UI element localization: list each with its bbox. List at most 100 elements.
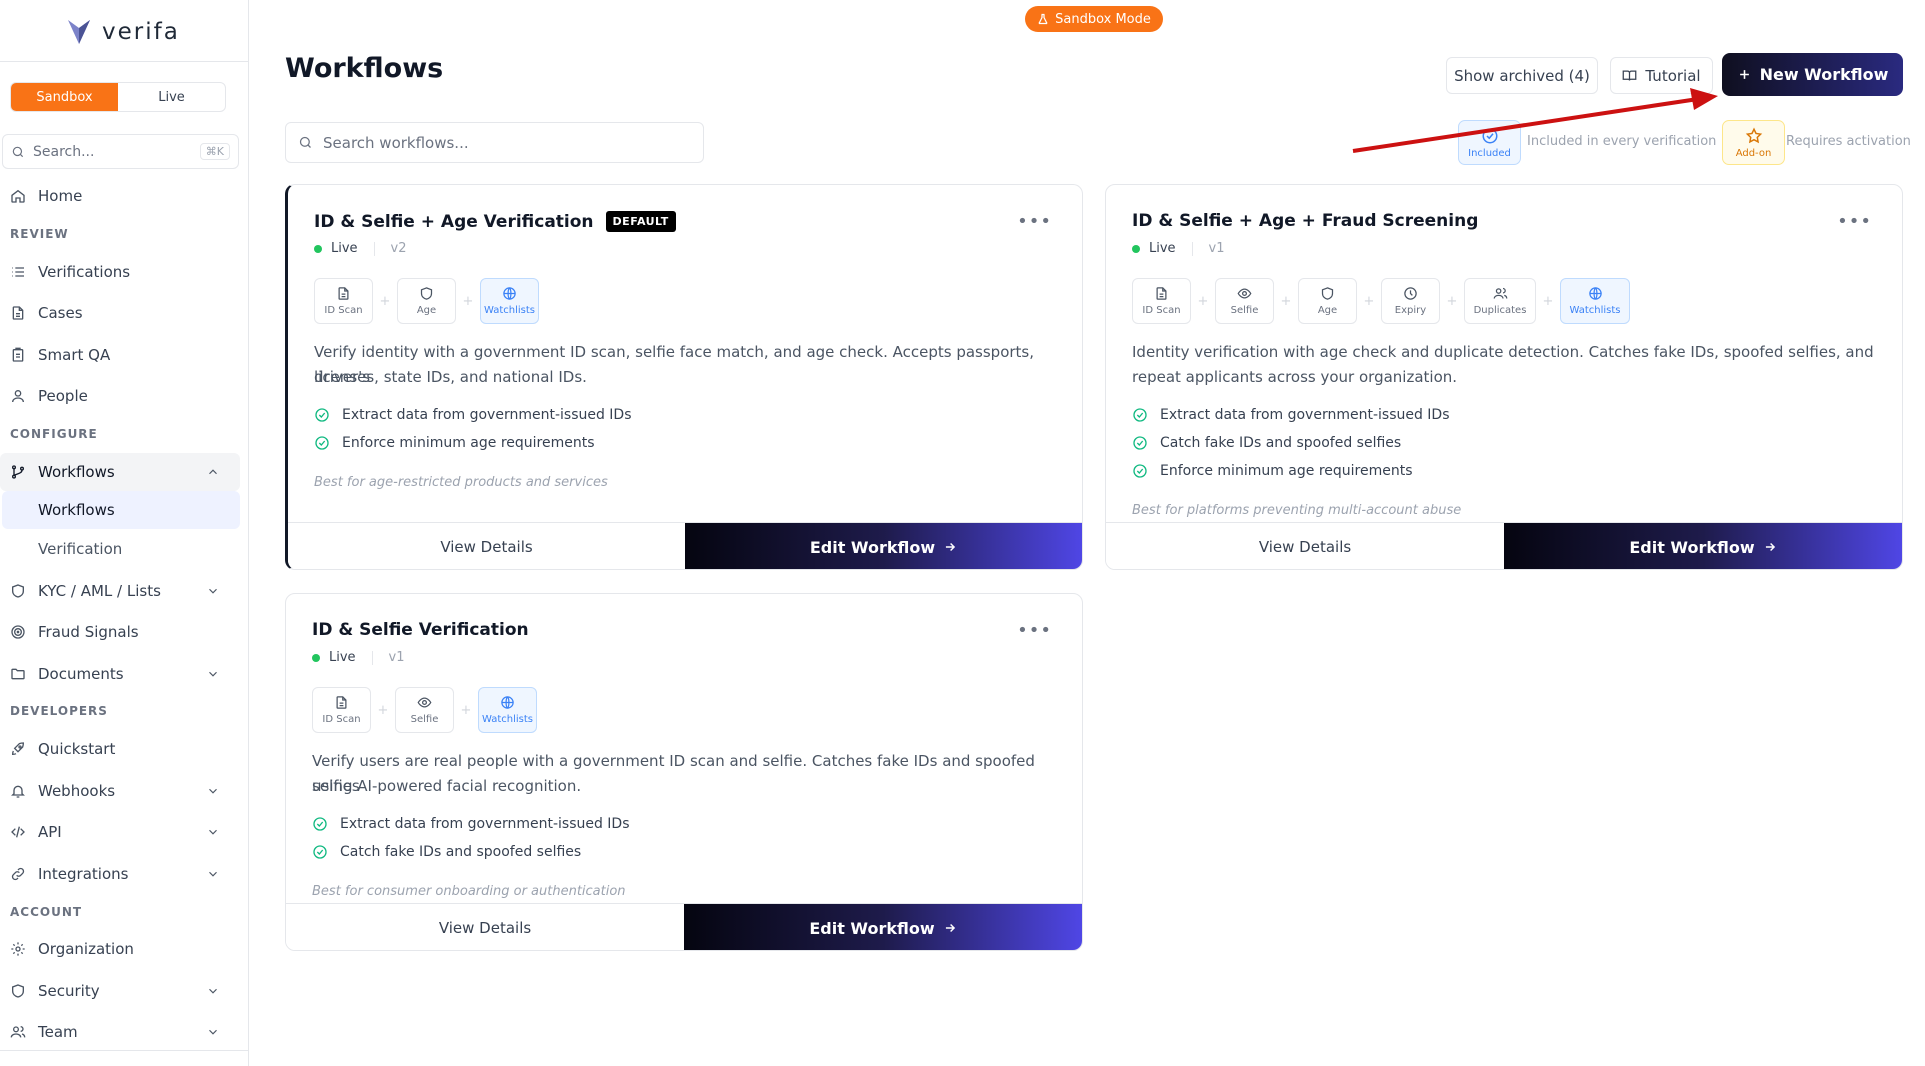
view-details-button[interactable]: View Details xyxy=(286,904,684,950)
workflow-description: using AI-powered facial recognition. xyxy=(312,777,582,795)
more-options-icon[interactable]: ••• xyxy=(1017,211,1052,232)
globe-icon xyxy=(503,287,516,300)
more-options-icon[interactable]: ••• xyxy=(1017,620,1052,641)
edit-workflow-button[interactable]: Edit Workflow xyxy=(685,523,1082,569)
globe-icon xyxy=(1588,287,1602,300)
check-chip-selfie: Selfie xyxy=(1215,278,1274,324)
live-dot-icon xyxy=(314,244,322,253)
check-chip-label: ID Scan xyxy=(1142,305,1181,316)
arrow-right-icon xyxy=(946,542,956,552)
check-chip-label: Watchlists xyxy=(1569,305,1621,316)
workflow-description: Identity verification with age check and… xyxy=(1132,343,1874,361)
workflow-card[interactable]: ID & Selfie + Age Verification DEFAULT •… xyxy=(285,184,1083,570)
workflow-title: ID & Selfie + Age + Fraud Screening xyxy=(1132,211,1479,231)
best-for-text: Best for age-restricted products and ser… xyxy=(314,475,608,490)
check-chip-label: Duplicates xyxy=(1473,305,1527,316)
check-chip-duplicates: Duplicates xyxy=(1464,278,1536,324)
workflow-card[interactable]: ID & Selfie + Age + Fraud Screening ••• … xyxy=(1105,184,1903,570)
plus-separator: + xyxy=(379,293,391,309)
check-circle-icon xyxy=(1133,408,1147,422)
clock-icon xyxy=(1404,287,1417,300)
arrow-right-icon xyxy=(1765,542,1775,552)
plus-separator: + xyxy=(1542,293,1554,309)
workflow-card-title-row: ID & Selfie + Age + Fraud Screening xyxy=(1132,211,1478,231)
check-chip-id-scan: ID Scan xyxy=(1132,278,1191,324)
status-label: Live xyxy=(331,241,358,256)
check-chip-label: Selfie xyxy=(410,714,439,725)
best-for-text: Best for consumer onboarding or authenti… xyxy=(312,884,626,899)
check-circle-icon xyxy=(1133,464,1147,478)
feature-item: Extract data from government-issued IDs xyxy=(314,407,632,423)
workflow-title: ID & Selfie Verification xyxy=(312,620,529,640)
workflow-title: ID & Selfie + Age Verification xyxy=(314,211,594,232)
feature-item: Enforce minimum age requirements xyxy=(1132,463,1413,479)
check-chip-label: Age xyxy=(416,305,437,316)
shield-icon xyxy=(420,287,433,300)
more-options-icon[interactable]: ••• xyxy=(1837,211,1872,232)
check-chips: ID Scan + Selfie + Age + Expiry + Duplic… xyxy=(1132,278,1630,324)
check-chip-label: Selfie xyxy=(1230,305,1259,316)
check-chips: ID Scan + Selfie + Watchlists xyxy=(312,687,537,733)
check-chip-label: Watchlists xyxy=(481,714,534,725)
card-footer: View Details Edit Workflow xyxy=(1106,522,1902,569)
check-circle-icon xyxy=(315,408,329,422)
document-icon xyxy=(1156,287,1167,300)
card-footer: View Details Edit Workflow xyxy=(286,903,1082,950)
workflow-card-title-row: ID & Selfie Verification xyxy=(312,620,529,640)
divider xyxy=(373,241,375,256)
workflow-status: Live v1 xyxy=(1132,241,1225,256)
default-badge: DEFAULT xyxy=(605,211,676,232)
divider xyxy=(371,650,373,665)
version-label: v1 xyxy=(1208,241,1225,256)
divider xyxy=(1191,241,1193,256)
feature-label: Catch fake IDs and spoofed selfies xyxy=(1160,435,1402,451)
workflow-status: Live v2 xyxy=(314,241,407,256)
check-chip-label: Age xyxy=(1317,305,1338,316)
plus-separator: + xyxy=(1280,293,1292,309)
plus-separator: + xyxy=(1363,293,1375,309)
check-chip-watchlists: Watchlists xyxy=(478,687,537,733)
best-for-text: Best for platforms preventing multi-acco… xyxy=(1132,503,1462,518)
eye-icon xyxy=(1237,288,1252,299)
workflow-card-title-row: ID & Selfie + Age Verification DEFAULT xyxy=(314,211,676,232)
workflow-description: licenses, state IDs, and national IDs. xyxy=(314,368,587,386)
eye-icon xyxy=(417,697,432,708)
arrow-right-icon xyxy=(945,923,955,933)
shield-icon xyxy=(1321,287,1334,300)
workflow-status: Live v1 xyxy=(312,650,405,665)
plus-separator: + xyxy=(377,702,389,718)
plus-separator: + xyxy=(462,293,474,309)
feature-item: Catch fake IDs and spoofed selfies xyxy=(1132,435,1401,451)
view-details-button[interactable]: View Details xyxy=(288,523,685,569)
check-chip-label: ID Scan xyxy=(324,305,363,316)
document-icon xyxy=(338,287,349,300)
document-icon xyxy=(336,696,347,709)
live-dot-icon xyxy=(312,653,320,662)
workflow-card[interactable]: ID & Selfie Verification ••• Live v1 ID … xyxy=(285,593,1083,951)
card-footer: View Details Edit Workflow xyxy=(288,522,1082,569)
feature-item: Catch fake IDs and spoofed selfies xyxy=(312,844,581,860)
feature-label: Enforce minimum age requirements xyxy=(1160,463,1413,479)
check-chip-expiry: Expiry xyxy=(1381,278,1440,324)
plus-separator: + xyxy=(1197,293,1209,309)
check-chip-age: Age xyxy=(397,278,456,324)
live-dot-icon xyxy=(1132,244,1140,253)
check-chip-id-scan: ID Scan xyxy=(314,278,373,324)
edit-workflow-label: Edit Workflow xyxy=(809,918,935,938)
feature-label: Extract data from government-issued IDs xyxy=(1160,407,1450,423)
view-details-button[interactable]: View Details xyxy=(1106,523,1504,569)
globe-icon xyxy=(501,696,514,709)
feature-item: Extract data from government-issued IDs xyxy=(1132,407,1450,423)
check-chip-watchlists: Watchlists xyxy=(1560,278,1630,324)
edit-workflow-button[interactable]: Edit Workflow xyxy=(1504,523,1902,569)
feature-label: Extract data from government-issued IDs xyxy=(342,407,632,423)
check-chip-selfie: Selfie xyxy=(395,687,454,733)
status-label: Live xyxy=(1149,241,1176,256)
workflow-description: repeat applicants across your organizati… xyxy=(1132,368,1458,386)
edit-workflow-button[interactable]: Edit Workflow xyxy=(684,904,1082,950)
plus-separator: + xyxy=(460,702,472,718)
check-circle-icon xyxy=(313,845,327,859)
check-circle-icon xyxy=(1133,436,1147,450)
check-circle-icon xyxy=(313,817,327,831)
status-label: Live xyxy=(329,650,356,665)
